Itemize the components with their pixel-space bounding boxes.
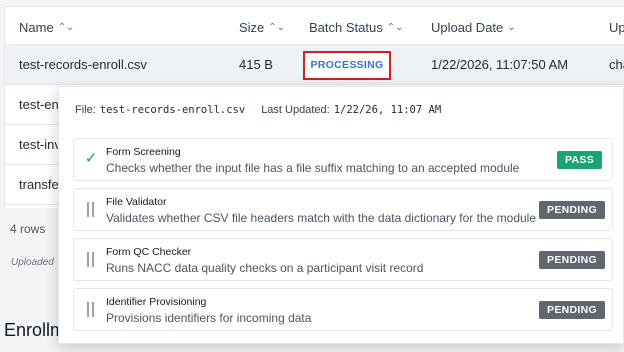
column-header-size[interactable]: Size ⌃⌄ — [239, 20, 285, 35]
file-size: 415 B — [239, 57, 273, 72]
file-name: test-records-enroll.csv — [19, 57, 147, 72]
file-name-value: test-records-enroll.csv — [99, 104, 246, 116]
file-name: test-enr — [19, 97, 64, 112]
pause-icon — [86, 252, 95, 267]
last-updated-value: 1/22/26, 11:07 AM — [333, 104, 442, 116]
step-file-validator: File Validator Validates whether CSV fil… — [73, 188, 613, 231]
sort-icon: ⌃⌄ — [268, 21, 286, 33]
file-meta: File: test-records-enroll.csv Last Updat… — [75, 104, 441, 116]
table-row[interactable]: test-records-enroll.csv 415 B PROCESSING… — [5, 45, 624, 85]
row-count: 4 rows — [10, 222, 46, 236]
column-header-name[interactable]: Name ⌃⌄ — [19, 20, 74, 35]
step-description: Checks whether the input file has a file… — [106, 161, 520, 175]
status-badge: PENDING — [539, 301, 605, 319]
check-icon: ✓ — [84, 150, 98, 167]
step-title: Identifier Provisioning — [106, 296, 207, 308]
upload-date: 1/22/2026, 11:07:50 AM — [431, 57, 569, 72]
step-description: Provisions identifiers for incoming data — [106, 311, 312, 325]
uploaded-note: Uploaded — [11, 257, 54, 268]
table-header: Name ⌃⌄ Size ⌃⌄ Batch Status ⌃⌄ Upload D… — [5, 7, 624, 45]
sort-icon: ⌃⌄ — [386, 21, 404, 33]
status-badge: PENDING — [539, 201, 605, 219]
step-identifier-provisioning: Identifier Provisioning Provisions ident… — [73, 288, 613, 331]
file-name: transfer — [19, 177, 64, 192]
column-header-upload-date[interactable]: Upload Date ⌄ — [431, 20, 516, 35]
column-header-uploaded-by[interactable]: Up — [609, 20, 624, 35]
column-header-batch-status[interactable]: Batch Status ⌃⌄ — [309, 20, 403, 35]
step-description: Validates whether CSV file headers match… — [106, 211, 537, 225]
step-description: Runs NACC data quality checks on a parti… — [106, 261, 424, 275]
last-updated-label: Last Updated: — [261, 104, 330, 116]
uploaded-by: cha — [609, 57, 624, 72]
step-title: Form Screening — [106, 146, 181, 158]
sort-icon: ⌃⌄ — [57, 21, 75, 33]
section-heading: Enrollm — [4, 320, 66, 340]
status-badge: PASS — [556, 151, 602, 169]
step-form-screening: ✓ Form Screening Checks whether the inpu… — [73, 138, 613, 181]
file-name: test-inv — [19, 137, 61, 152]
step-title: File Validator — [106, 196, 167, 208]
status-badge: PENDING — [539, 251, 605, 269]
step-form-qc-checker: Form QC Checker Runs NACC data quality c… — [73, 238, 613, 281]
batch-status-badge[interactable]: PROCESSING — [303, 51, 391, 80]
pause-icon — [86, 202, 95, 217]
sort-desc-icon: ⌄ — [507, 21, 516, 33]
batch-status-popover: File: test-records-enroll.csv Last Updat… — [58, 86, 624, 344]
file-label: File: — [75, 104, 96, 116]
pause-icon — [86, 302, 95, 317]
step-title: Form QC Checker — [106, 246, 192, 258]
